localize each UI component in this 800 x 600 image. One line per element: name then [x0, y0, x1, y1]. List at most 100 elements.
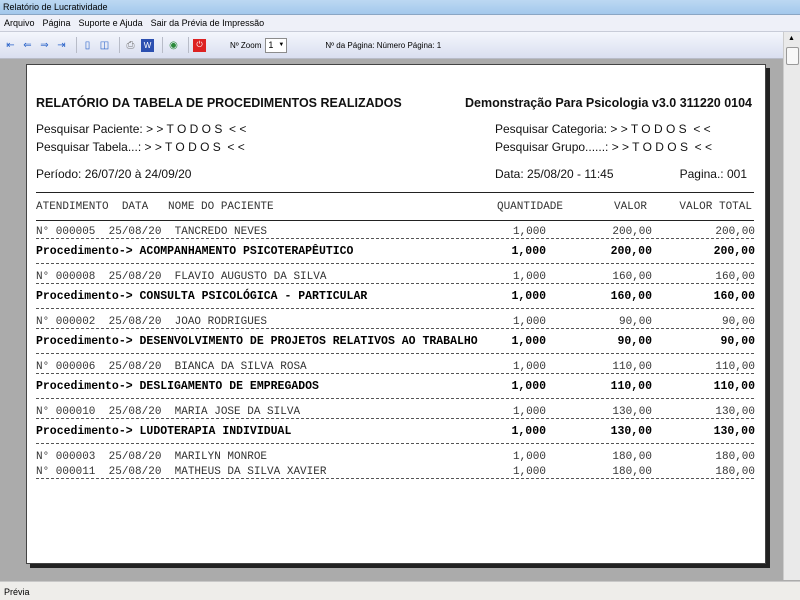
divider — [36, 220, 754, 221]
column-header-valor-total: VALOR TOTAL — [679, 201, 752, 213]
separator — [119, 37, 120, 53]
procedure-total-row-valor-total: 110,00 — [713, 380, 755, 393]
procedure-total-row-valor-total: 160,00 — [713, 290, 755, 303]
dashed-divider — [36, 398, 754, 399]
last-page-icon[interactable]: ⇥ — [55, 39, 68, 52]
patient-row-valor-total: 180,00 — [715, 466, 755, 478]
dashed-divider — [36, 373, 754, 374]
patient-row-quantidade: 1,000 — [512, 466, 546, 478]
patient-row-quantidade: 1,000 — [512, 226, 546, 238]
dashed-divider — [36, 418, 754, 419]
page-number: Pagina.: 001 — [679, 167, 747, 181]
first-page-icon[interactable]: ⇤ — [4, 39, 17, 52]
title-bar: Relatório de Lucratividade — [0, 0, 800, 15]
separator — [76, 37, 77, 53]
patient-row-text: N° 000011 25/08/20 MATHEUS DA SILVA XAVI… — [36, 466, 327, 478]
patient-row-quantidade: 1,000 — [512, 451, 546, 463]
report-page: RELATÓRIO DA TABELA DE PROCEDIMENTOS REA… — [26, 64, 766, 564]
print-icon[interactable]: ⎙ — [124, 39, 137, 52]
filter-paciente: Pesquisar Paciente: > > T O D O S < < — [36, 122, 247, 136]
patient-row-text: N° 000003 25/08/20 MARILYN MONROE — [36, 451, 268, 463]
preview-area: RELATÓRIO DA TABELA DE PROCEDIMENTOS REA… — [0, 59, 783, 581]
patient-row-valor: 180,00 — [612, 466, 652, 478]
scroll-up-icon[interactable]: ▲ — [788, 35, 795, 42]
dashed-divider — [36, 263, 754, 264]
procedure-total-row-valor: 200,00 — [610, 245, 652, 258]
email-globe-icon[interactable]: ◉ — [167, 39, 180, 52]
procedure-total-row-quantidade: 1,000 — [511, 335, 546, 348]
patient-row-valor: 130,00 — [612, 406, 652, 418]
dashed-divider — [36, 238, 754, 239]
dashed-divider — [36, 353, 754, 354]
patient-row-valor: 90,00 — [618, 316, 652, 328]
dashed-divider — [36, 443, 754, 444]
next-page-icon[interactable]: ⇒ — [38, 39, 51, 52]
procedure-total-row-quantidade: 1,000 — [511, 425, 546, 438]
patient-row-valor-total: 160,00 — [715, 271, 755, 283]
company-name: Demonstração Para Psicologia v3.0 311220… — [465, 96, 752, 110]
patient-row-valor: 110,00 — [612, 361, 652, 373]
column-header-valor: VALOR — [613, 201, 647, 213]
patient-row-quantidade: 1,000 — [512, 316, 546, 328]
procedure-total-row-text: Procedimento-> CONSULTA PSICOLÓGICA - PA… — [36, 290, 368, 303]
single-page-icon[interactable]: ▯ — [81, 39, 94, 52]
periodo: Período: 26/07/20 à 24/09/20 — [36, 167, 192, 181]
patient-row-valor: 200,00 — [612, 226, 652, 238]
dashed-divider — [36, 308, 754, 309]
patient-row-quantidade: 1,000 — [512, 406, 546, 418]
filter-tabela: Pesquisar Tabela...: > > T O D O S < < — [36, 140, 245, 154]
procedure-total-row-valor: 160,00 — [610, 290, 652, 303]
procedure-total-row-text: Procedimento-> DESLIGAMENTO DE EMPREGADO… — [36, 380, 319, 393]
column-header-left: ATENDIMENTO DATA NOME DO PACIENTE — [36, 201, 274, 213]
procedure-total-row-valor: 110,00 — [610, 380, 652, 393]
column-header-quantidade: QUANTIDADE — [496, 201, 563, 213]
toolbar: ⇤ ⇐ ⇒ ⇥ ▯ ◫ ⎙ W ◉ ⏻ Nº Zoom 1 ▼ Nº da Pág… — [0, 32, 783, 59]
procedure-total-row-valor: 90,00 — [617, 335, 652, 348]
filter-categoria: Pesquisar Categoria: > > T O D O S < < — [495, 122, 711, 136]
patient-row-quantidade: 1,000 — [512, 361, 546, 373]
window-title: Relatório de Lucratividade — [3, 2, 108, 12]
patient-row-text: N° 000006 25/08/20 BIANCA DA SILVA ROSA — [36, 361, 307, 373]
separator — [188, 37, 189, 53]
menu-pagina[interactable]: Página — [43, 18, 71, 28]
report-title: RELATÓRIO DA TABELA DE PROCEDIMENTOS REA… — [36, 96, 402, 110]
procedure-total-row-quantidade: 1,000 — [511, 290, 546, 303]
previous-page-icon[interactable]: ⇐ — [21, 39, 34, 52]
procedure-total-row-quantidade: 1,000 — [511, 380, 546, 393]
two-pages-icon[interactable]: ◫ — [98, 39, 111, 52]
status-text: Prévia — [4, 587, 30, 597]
dashed-divider — [36, 478, 754, 479]
filter-grupo: Pesquisar Grupo......: > > T O D O S < < — [495, 140, 712, 154]
patient-row-quantidade: 1,000 — [512, 271, 546, 283]
chevron-down-icon: ▼ — [278, 42, 285, 48]
menu-arquivo[interactable]: Arquivo — [4, 18, 35, 28]
scroll-thumb[interactable] — [786, 47, 799, 65]
close-preview-icon[interactable]: ⏻ — [193, 38, 206, 52]
patient-row-valor-total: 90,00 — [721, 316, 755, 328]
procedure-total-row-valor-total: 90,00 — [720, 335, 755, 348]
menu-suporte[interactable]: Suporte e Ajuda — [79, 18, 143, 28]
separator — [162, 37, 163, 53]
patient-row-text: N° 000005 25/08/20 TANCREDO NEVES — [36, 226, 268, 238]
dashed-divider — [36, 328, 754, 329]
patient-row-valor-total: 200,00 — [715, 226, 755, 238]
divider — [36, 192, 754, 193]
procedure-total-row-quantidade: 1,000 — [511, 245, 546, 258]
patient-row-valor-total: 110,00 — [715, 361, 755, 373]
patient-row-valor: 180,00 — [612, 451, 652, 463]
report-date: Data: 25/08/20 - 11:45 — [495, 167, 614, 181]
page-number-label: Nº da Página: Número Página: 1 — [325, 40, 442, 50]
dashed-divider — [36, 283, 754, 284]
zoom-label: Nº Zoom — [230, 40, 262, 50]
zoom-select[interactable]: 1 ▼ — [265, 37, 288, 53]
menu-bar: Arquivo Página Suporte e Ajuda Sair da P… — [0, 15, 800, 32]
patient-row-text: N° 000010 25/08/20 MARIA JOSE DA SILVA — [36, 406, 301, 418]
vertical-scrollbar[interactable]: ▲ — [783, 32, 800, 580]
patient-row-valor: 160,00 — [612, 271, 652, 283]
procedure-total-row-valor: 130,00 — [610, 425, 652, 438]
menu-sair-previa[interactable]: Sair da Prévia de Impressão — [151, 18, 265, 28]
word-export-icon[interactable]: W — [141, 38, 154, 52]
patient-row-text: N° 000002 25/08/20 JOAO RODRIGUES — [36, 316, 268, 328]
procedure-total-row-text: Procedimento-> DESENVOLVIMENTO DE PROJET… — [36, 335, 478, 348]
zoom-value: 1 — [268, 40, 274, 50]
